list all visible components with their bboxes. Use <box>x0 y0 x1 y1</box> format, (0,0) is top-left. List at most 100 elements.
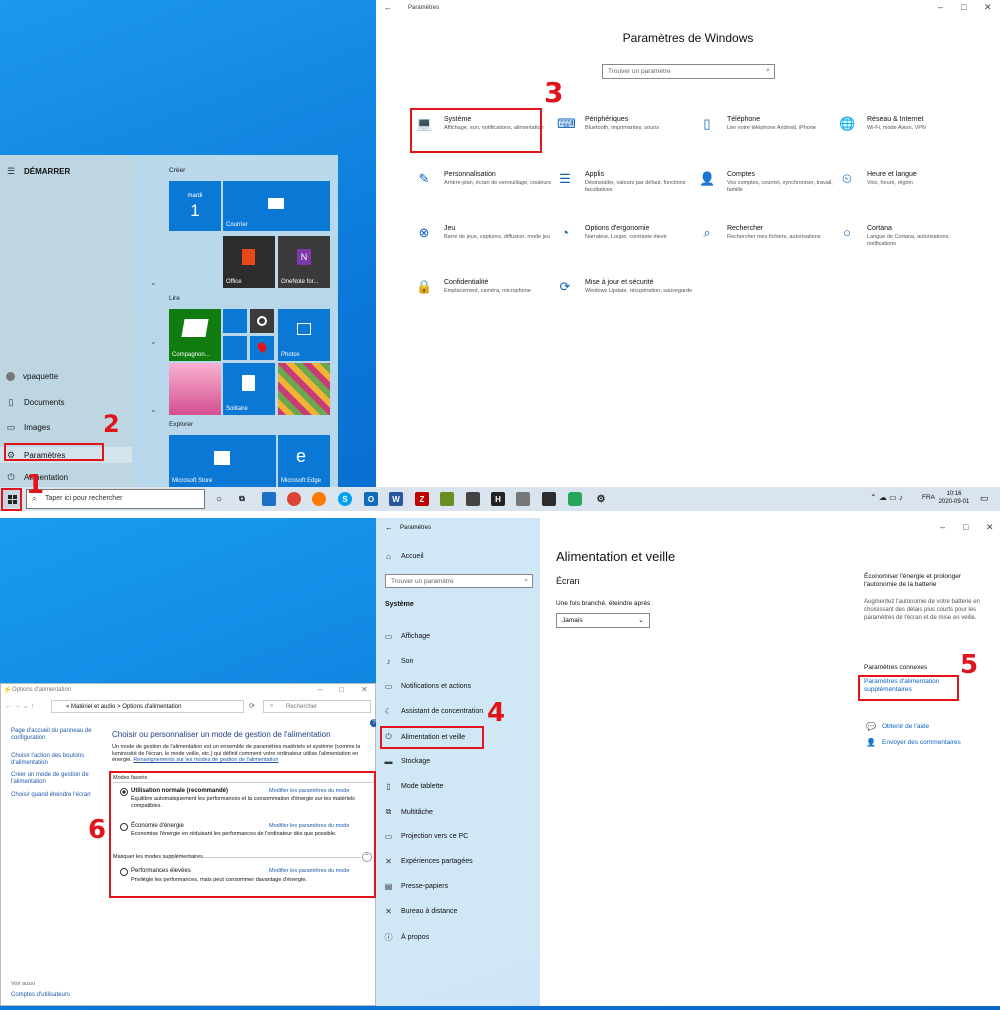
language-indicator[interactable]: FRA <box>922 494 935 501</box>
settings2-search-input[interactable]: Trouver un paramètre ⌕ <box>385 574 533 588</box>
nav-projection[interactable]: ▭ Projection vers ce PC <box>384 832 469 841</box>
power-icon: ⏻ <box>7 471 15 482</box>
nav-presse-papiers[interactable]: ▤ Presse-papiers <box>384 882 448 891</box>
start-menu: ☰ DÉMARRER vpaquette ▯ Documents ▭ Image… <box>0 155 338 487</box>
nav-affichage[interactable]: ▭ Affichage <box>384 632 430 641</box>
tile-calendar[interactable]: mardi 1 <box>169 181 221 231</box>
nav-arrows[interactable]: ← → ⌄ ↑ <box>5 702 34 710</box>
app-icon[interactable] <box>542 492 556 506</box>
link-power-info[interactable]: Renseignements sur les modes de gestion … <box>133 757 278 763</box>
word-icon[interactable]: W <box>389 492 403 506</box>
app-icon[interactable]: H <box>491 492 505 506</box>
app-icon[interactable] <box>466 492 480 506</box>
store-icon <box>214 451 230 465</box>
tile-office[interactable]: Office <box>223 236 275 288</box>
app-icon[interactable] <box>516 492 530 506</box>
back-arrow-icon[interactable]: ← <box>384 3 392 12</box>
maximize-button[interactable]: □ <box>961 2 966 12</box>
close-button[interactable]: ✕ <box>984 2 992 13</box>
tile-photos[interactable]: Photos <box>278 309 330 361</box>
nav-a-propos[interactable]: ⓘ À propos <box>384 932 430 943</box>
tile-solitaire[interactable]: Solitaire <box>223 363 275 415</box>
nav-tablette[interactable]: ▯ Mode tablette <box>384 782 443 791</box>
system-tray-icons[interactable]: ⌃ ☁ ▭ ♪ <box>870 493 903 502</box>
tile-onenote[interactable]: N OneNote for... <box>278 236 330 288</box>
mail-icon <box>268 198 284 209</box>
side-text: Augmentez l'autonomie de votre batterie … <box>864 599 980 621</box>
tile-small-1[interactable] <box>223 309 247 333</box>
app-icon[interactable] <box>568 492 582 506</box>
map-pin-icon <box>255 340 269 354</box>
nav-multitache[interactable]: ⧉ Multitâche <box>384 807 433 817</box>
step-number-2: 2 <box>103 410 120 438</box>
link-user-accounts[interactable]: Comptes d'utilisateurs <box>11 992 70 999</box>
collapse-icon[interactable]: ⌄ <box>150 337 157 346</box>
tile-compagnon[interactable]: Compagnon... <box>169 309 221 361</box>
power-intro: Un mode de gestion de l'alimentation est… <box>112 744 361 763</box>
filezilla-icon[interactable]: Z <box>415 492 429 506</box>
address-bar[interactable]: « Matériel et audio > Options d'alimenta… <box>51 700 244 713</box>
minimize-button[interactable]: – <box>940 522 945 532</box>
start-documents[interactable]: ▯ Documents <box>6 396 65 407</box>
link-help[interactable]: Obtenir de l'aide <box>882 723 929 730</box>
document-icon: ▯ <box>8 396 14 407</box>
tile-courrier[interactable]: Courrier <box>223 181 330 231</box>
nav-concentration[interactable]: ☾ Assistant de concentration <box>384 707 483 716</box>
back-arrow-icon[interactable]: ← <box>385 523 393 532</box>
moon-icon: ☾ <box>384 707 393 716</box>
screen-off-dropdown[interactable]: Jamais ⌄ <box>556 613 650 628</box>
taskbar: ⌕ Taper ici pour rechercher ○ ⧉ S O W Z … <box>0 487 1000 511</box>
task-view-icon[interactable]: ⧉ <box>235 492 249 506</box>
collapse-icon[interactable]: ⌄ <box>150 278 157 287</box>
power-heading: Choisir ou personnaliser un mode de gest… <box>112 730 331 739</box>
file-explorer-icon[interactable] <box>262 492 276 506</box>
outlook-icon[interactable]: O <box>364 492 378 506</box>
start-images[interactable]: ▭ Images <box>6 422 51 432</box>
cortana-icon[interactable]: ○ <box>212 492 226 506</box>
plugged-label: Une fois branché, éteindre après <box>556 600 651 607</box>
tile-edge[interactable]: e Microsoft Edge <box>278 435 330 487</box>
firefox-icon[interactable] <box>312 492 326 506</box>
link-home-panel[interactable]: Page d'accueil du panneau de configurati… <box>11 728 106 742</box>
settings-search-input[interactable]: Trouver un paramètre ⌕ <box>602 64 775 79</box>
link-power-buttons[interactable]: Choisir l'action des boutons d'alimentat… <box>11 753 101 767</box>
cards-icon <box>242 375 255 391</box>
nav-accueil[interactable]: ⌂ Accueil <box>384 552 424 561</box>
highlight-box-1 <box>1 488 22 511</box>
link-screen-off[interactable]: Choisir quand éteindre l'écran <box>11 792 106 799</box>
tile-store[interactable]: Microsoft Store <box>169 435 276 487</box>
collapse-icon[interactable]: ⌄ <box>150 405 157 414</box>
close-button[interactable]: ✕ <box>986 522 994 533</box>
notification-icon[interactable]: ▭ <box>980 493 989 504</box>
clock[interactable]: 10:16 2020-09-01 <box>938 490 970 506</box>
highlight-box-3 <box>410 108 542 153</box>
power-search-input[interactable]: ⌕ Rechercher <box>263 700 371 713</box>
nav-stockage[interactable]: ▬ Stockage <box>384 757 431 766</box>
taskbar-search-input[interactable]: ⌕ Taper ici pour rechercher <box>26 489 205 509</box>
close-button[interactable]: ✕ <box>361 685 368 694</box>
start-header[interactable]: ☰ DÉMARRER <box>6 166 70 176</box>
link-create-plan[interactable]: Créer un mode de gestion de l'alimentati… <box>11 772 101 786</box>
maximize-button[interactable]: □ <box>339 685 344 694</box>
minimize-button[interactable]: – <box>938 2 943 12</box>
tile-game[interactable] <box>278 363 330 415</box>
nav-notifications[interactable]: ▭ Notifications et actions <box>384 682 471 691</box>
tile-candy-crush[interactable] <box>169 363 221 415</box>
tile-small-3[interactable] <box>223 336 247 360</box>
tile-small-2[interactable] <box>250 309 274 333</box>
minimize-button[interactable]: – <box>318 685 322 694</box>
settings-titlebar: ← Paramètres – □ ✕ <box>384 2 992 13</box>
gear-icon[interactable]: ⚙ <box>594 492 608 506</box>
link-feedback[interactable]: Envoyer des commentaires <box>882 739 961 746</box>
chrome-icon[interactable] <box>287 492 301 506</box>
maximize-button[interactable]: □ <box>963 522 968 532</box>
nav-experiences[interactable]: ✕ Expériences partagées <box>384 857 472 866</box>
refresh-icon[interactable]: ⟳ <box>249 702 255 710</box>
start-user[interactable]: vpaquette <box>6 372 58 381</box>
skype-icon[interactable]: S <box>338 492 352 506</box>
nav-bureau-distance[interactable]: ✕ Bureau à distance <box>384 907 457 916</box>
app-icon[interactable] <box>440 492 454 506</box>
paintbrush-icon: ✎ <box>418 171 430 186</box>
nav-son[interactable]: ♪ Son <box>384 657 414 666</box>
tile-small-4[interactable] <box>250 336 274 360</box>
